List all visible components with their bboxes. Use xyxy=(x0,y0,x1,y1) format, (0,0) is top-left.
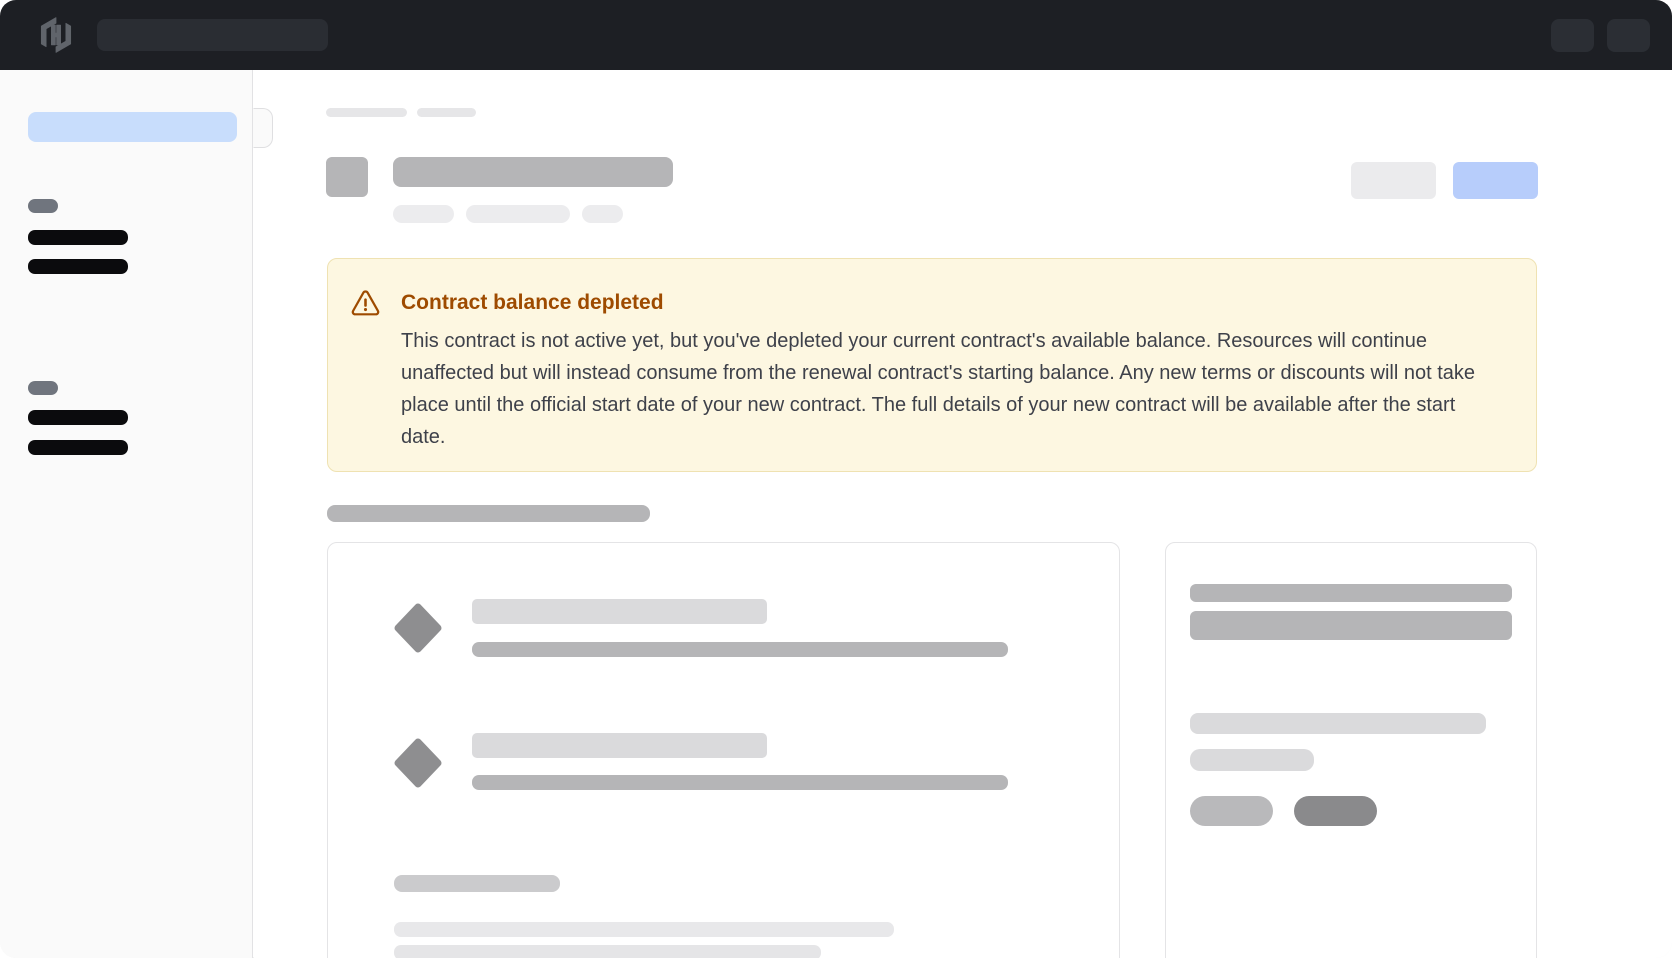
breadcrumb-placeholder[interactable] xyxy=(417,108,476,117)
topbar-actions xyxy=(1551,19,1650,52)
list-item-text-placeholder xyxy=(472,642,1008,657)
top-nav-bar xyxy=(0,0,1672,70)
sidebar-section-label-2 xyxy=(28,381,58,395)
warning-alert: Contract balance depleted This contract … xyxy=(327,258,1537,472)
list-item-title-placeholder xyxy=(472,599,767,624)
diamond-bullet-icon xyxy=(393,737,443,789)
sidebar-nav-item[interactable] xyxy=(28,410,128,425)
summary-title-placeholder xyxy=(1190,584,1512,602)
page-meta-pill xyxy=(393,205,454,223)
primary-button-placeholder[interactable] xyxy=(1453,162,1538,199)
sidebar-nav-item[interactable] xyxy=(28,259,128,274)
sidebar-toggle-handle[interactable] xyxy=(253,108,273,148)
card-button-placeholder-light[interactable] xyxy=(1190,796,1273,826)
sidebar-nav-item[interactable] xyxy=(28,230,128,245)
sidebar xyxy=(0,70,253,958)
summary-text-placeholder xyxy=(1190,713,1486,734)
page-meta-pill xyxy=(582,205,623,223)
sidebar-section-label-1 xyxy=(28,199,58,213)
main-content: Contract balance depleted This contract … xyxy=(254,70,1672,958)
search-input[interactable] xyxy=(97,19,328,51)
secondary-button-placeholder[interactable] xyxy=(1351,162,1436,199)
hashicorp-logo-icon[interactable] xyxy=(36,15,76,55)
sidebar-active-item[interactable] xyxy=(28,112,237,142)
card-footer-pill-placeholder xyxy=(394,875,560,892)
warning-triangle-icon xyxy=(351,290,380,471)
diamond-bullet-icon xyxy=(393,602,443,654)
list-card xyxy=(327,542,1120,958)
list-item-text-placeholder xyxy=(472,775,1008,790)
page-meta-pill xyxy=(466,205,570,223)
summary-card xyxy=(1165,542,1537,958)
summary-title-placeholder xyxy=(1190,611,1512,640)
sidebar-nav-item[interactable] xyxy=(28,440,128,455)
page-title-placeholder xyxy=(393,157,673,187)
card-button-placeholder-dark[interactable] xyxy=(1294,796,1377,826)
section-title-placeholder xyxy=(327,505,650,522)
list-item-title-placeholder xyxy=(472,733,767,758)
alert-body-text: This contract is not active yet, but you… xyxy=(401,325,1496,453)
page-icon-placeholder xyxy=(326,157,368,197)
topbar-button-placeholder-1[interactable] xyxy=(1551,19,1594,52)
topbar-button-placeholder-2[interactable] xyxy=(1607,19,1650,52)
summary-text-placeholder xyxy=(1190,749,1314,771)
alert-content: Contract balance depleted This contract … xyxy=(401,289,1496,471)
card-footer-bar-placeholder xyxy=(394,922,894,937)
alert-title: Contract balance depleted xyxy=(401,289,1496,317)
card-footer-bar-placeholder xyxy=(394,945,821,958)
app-window: Contract balance depleted This contract … xyxy=(0,0,1672,958)
breadcrumb-placeholder[interactable] xyxy=(326,108,407,117)
